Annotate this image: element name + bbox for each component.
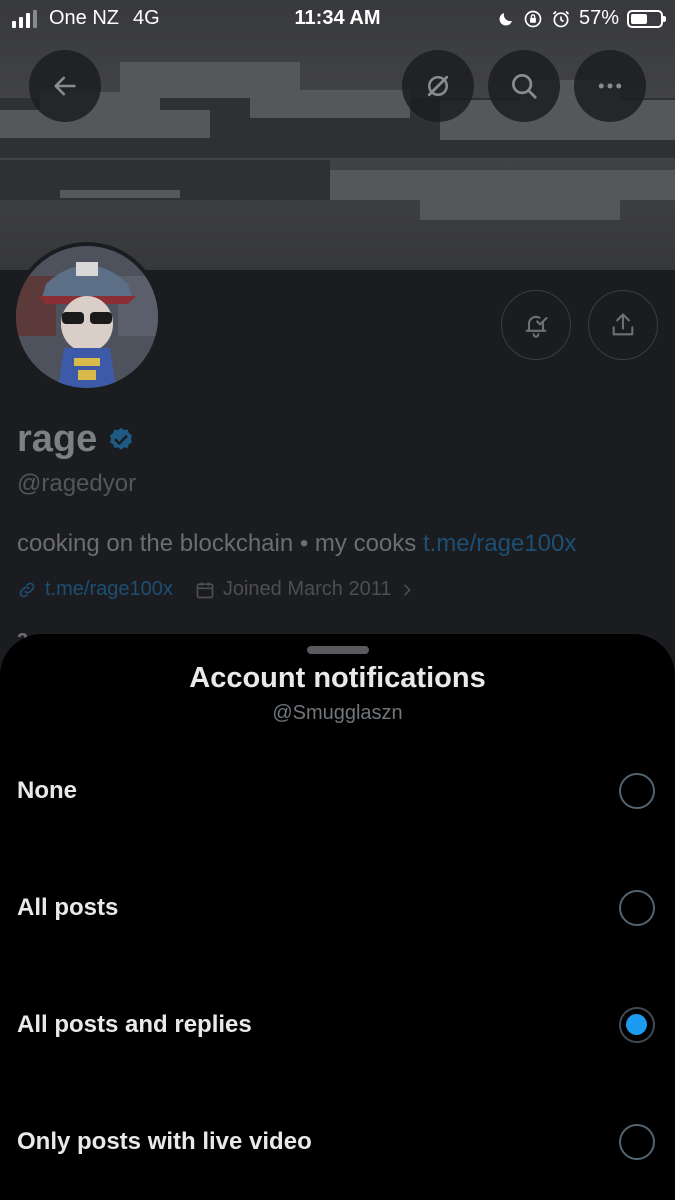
option-all-posts[interactable]: All posts — [0, 868, 675, 948]
sheet-title: Account notifications — [189, 662, 486, 694]
profile-bio: cooking on the blockchain • my cooks t.m… — [17, 530, 576, 558]
back-button[interactable] — [29, 50, 101, 122]
status-bar: One NZ 4G 11:34 AM 57% — [0, 0, 675, 38]
option-only-live-video[interactable]: Only posts with live video — [0, 1102, 675, 1182]
notifications-button[interactable] — [501, 290, 571, 360]
website-link[interactable]: t.me/rage100x — [45, 578, 173, 601]
profile-banner — [0, 0, 675, 270]
chevron-right-icon[interactable] — [399, 582, 415, 598]
search-button[interactable] — [488, 50, 560, 122]
joined-date: Joined March 2011 — [222, 578, 392, 600]
avatar-image — [16, 246, 158, 388]
radio-button[interactable] — [619, 1124, 655, 1160]
radio-dot — [626, 1014, 647, 1035]
option-none[interactable]: None — [0, 751, 675, 831]
share-icon — [612, 313, 634, 336]
battery-percent: 57% — [578, 7, 619, 29]
radio-button[interactable] — [619, 890, 655, 926]
sheet-grabber[interactable] — [307, 646, 369, 654]
profile-name: rage — [17, 418, 135, 461]
radio-button[interactable] — [619, 773, 655, 809]
account-notifications-sheet: Account notifications @Smugglaszn None A… — [0, 634, 675, 1200]
more-icon — [598, 83, 622, 89]
grok-button[interactable] — [402, 50, 474, 122]
option-label: None — [17, 777, 77, 804]
display-name: rage — [17, 418, 98, 460]
profile-handle: @ragedyor — [17, 470, 137, 497]
alarm-icon — [552, 10, 570, 27]
profile-meta: t.me/rage100x Joined March 2011 — [17, 578, 415, 601]
sheet-subtitle: @Smugglaszn — [272, 702, 403, 724]
calendar-icon — [196, 582, 214, 598]
search-icon — [512, 74, 537, 99]
orientation-lock-icon — [524, 10, 542, 27]
share-button[interactable] — [588, 290, 658, 360]
bio-text: cooking on the blockchain • my cooks — [17, 530, 423, 557]
bio-link[interactable]: t.me/rage100x — [423, 530, 576, 557]
more-button[interactable] — [574, 50, 646, 122]
back-arrow-icon — [54, 76, 76, 96]
moon-icon — [499, 12, 512, 26]
option-label: All posts and replies — [17, 1011, 252, 1038]
verified-badge-icon — [110, 427, 133, 450]
option-label: Only posts with live video — [17, 1128, 312, 1155]
link-icon — [19, 582, 35, 597]
avatar[interactable] — [12, 242, 162, 392]
radio-button-selected[interactable] — [619, 1007, 655, 1043]
option-all-posts-and-replies[interactable]: All posts and replies — [0, 985, 675, 1065]
option-label: All posts — [17, 894, 119, 921]
battery-icon — [627, 9, 666, 28]
notification-bell-icon — [525, 315, 548, 338]
grok-icon — [427, 75, 449, 97]
